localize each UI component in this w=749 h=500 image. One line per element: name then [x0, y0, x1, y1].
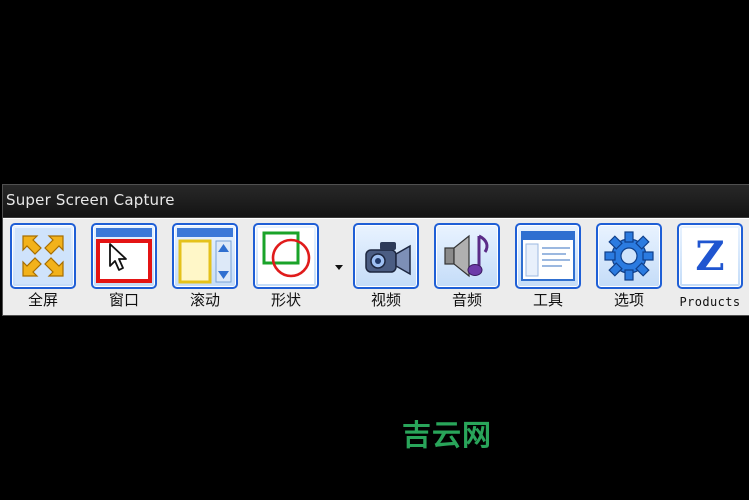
- video-capture-button[interactable]: 视频: [353, 223, 419, 319]
- window-capture-tile[interactable]: [91, 223, 157, 289]
- z-products-icon: Z: [682, 228, 738, 284]
- audio-capture-button[interactable]: 音频: [434, 223, 500, 319]
- window-capture-button[interactable]: 窗口: [91, 223, 157, 319]
- window-title: Super Screen Capture: [6, 191, 175, 209]
- video-capture-label: 视频: [370, 291, 401, 309]
- shape-capture-label: 形状: [270, 291, 301, 309]
- chevron-down-icon[interactable]: [335, 265, 343, 270]
- audio-capture-label: 音频: [451, 291, 482, 309]
- fullscreen-tile[interactable]: [10, 223, 76, 289]
- products-button[interactable]: Z Products: [677, 223, 743, 319]
- tools-button[interactable]: 工具: [515, 223, 581, 319]
- window-capture-label: 窗口: [108, 291, 139, 309]
- options-button[interactable]: 选项: [596, 223, 662, 319]
- shape-select-icon: [258, 228, 314, 284]
- gear-options-icon: [604, 231, 654, 281]
- audio-capture-tile[interactable]: [434, 223, 500, 289]
- shape-capture-tile[interactable]: [253, 223, 319, 289]
- capture-toolbar: 全屏 窗口 滚动 形状 视频 音频 工具 选项 Z Products: [3, 218, 749, 315]
- window-cursor-icon: [96, 228, 152, 283]
- speaker-audio-icon: [444, 234, 489, 278]
- options-tile[interactable]: [596, 223, 662, 289]
- fullscreen-arrows-icon: [15, 228, 71, 284]
- tools-label: 工具: [532, 291, 563, 309]
- options-label: 选项: [613, 291, 644, 309]
- products-label: Products: [679, 295, 741, 309]
- tool-window-icon: [521, 231, 575, 281]
- scroll-capture-label: 滚动: [189, 291, 220, 309]
- scroll-window-icon: [177, 228, 233, 284]
- tools-tile[interactable]: [515, 223, 581, 289]
- video-camera-icon: [365, 242, 411, 276]
- products-tile[interactable]: Z: [677, 223, 743, 289]
- fullscreen-button[interactable]: 全屏: [10, 223, 76, 319]
- products-glyph: Z: [695, 233, 724, 280]
- shape-capture-button[interactable]: 形状: [253, 223, 319, 319]
- video-capture-tile[interactable]: [353, 223, 419, 289]
- watermark-text: 吉云网: [402, 418, 493, 452]
- scroll-capture-tile[interactable]: [172, 223, 238, 289]
- fullscreen-label: 全屏: [27, 291, 58, 309]
- app-window: Super Screen Capture 全屏 窗口 滚动 形状 视频 音频 工…: [2, 184, 749, 316]
- scroll-capture-button[interactable]: 滚动: [172, 223, 238, 319]
- title-bar[interactable]: Super Screen Capture: [3, 185, 749, 218]
